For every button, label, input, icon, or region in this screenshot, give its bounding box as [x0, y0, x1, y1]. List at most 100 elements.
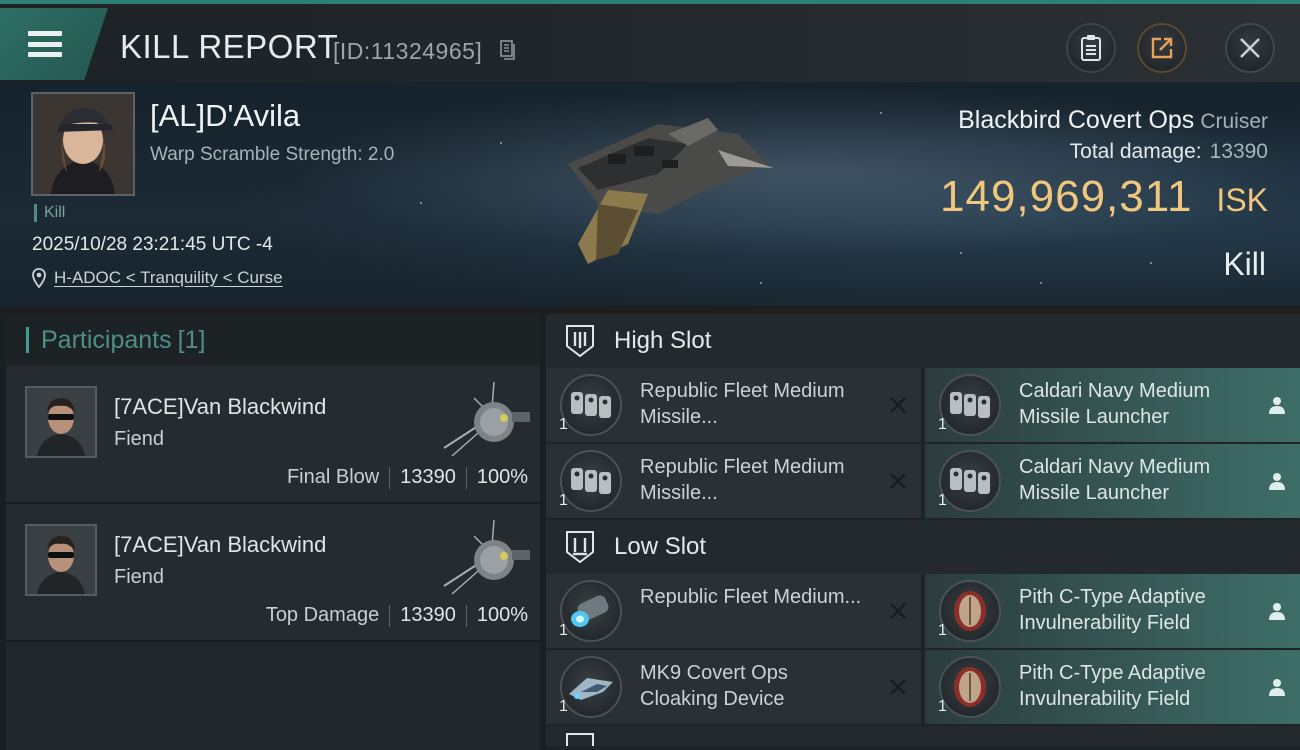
isk-value: 149,969,311 — [940, 172, 1193, 221]
participant-role: Final Blow — [286, 466, 380, 488]
cloaking-device-icon — [560, 656, 622, 718]
participant-ship: Fiend — [114, 428, 165, 450]
missile-launcher-icon — [560, 374, 622, 436]
total-damage-value: 13390 — [1209, 140, 1268, 163]
kill-datetime: 2025/10/28 23:21:45 UTC -4 — [32, 234, 273, 255]
participant-card[interactable]: [7ACE]Van Blackwind Fiend Final Blow 133… — [6, 366, 540, 504]
total-damage-label: Total damage: — [1069, 140, 1202, 163]
location-pin-icon — [32, 268, 46, 288]
person-icon — [1269, 679, 1285, 696]
module-quantity: 1 — [559, 622, 568, 639]
module-quantity: 1 — [938, 698, 947, 715]
module-quantity: 1 — [938, 492, 947, 509]
high-slot-header: High Slot — [546, 314, 1300, 368]
module-item[interactable]: 1 Pith C-Type Adaptive Invulnerability F… — [925, 574, 1300, 648]
victim-avatar[interactable] — [31, 92, 135, 196]
module-item[interactable]: 1 Republic Fleet Medium... — [546, 574, 921, 648]
module-row: 1 Republic Fleet Medium... 1 Pith C-Type… — [546, 574, 1300, 650]
module-quantity: 1 — [938, 416, 947, 433]
high-slot-icon — [566, 325, 594, 358]
participants-panel: Participants [1] [7ACE]Van Blackwind Fie… — [6, 314, 540, 750]
menu-button[interactable] — [0, 8, 108, 80]
participant-name[interactable]: [7ACE]Van Blackwind — [114, 532, 326, 558]
isk-value-row: 149,969,311 ISK — [940, 172, 1268, 222]
participant-name[interactable]: [7ACE]Van Blackwind — [114, 394, 326, 420]
destroyed-icon — [890, 679, 906, 695]
participant-percent: 100% — [476, 466, 528, 488]
clipboard-button[interactable] — [1066, 23, 1116, 73]
close-icon — [1240, 38, 1260, 58]
location-link[interactable]: H-ADOC < Tranquility < Curse — [54, 268, 283, 288]
ship-name-text[interactable]: Blackbird Covert Ops — [958, 106, 1194, 134]
participant-ship-image — [443, 381, 530, 457]
isk-unit: ISK — [1216, 182, 1268, 218]
person-icon — [1269, 473, 1285, 490]
person-icon — [1269, 603, 1285, 620]
low-slot-icon — [566, 531, 594, 564]
module-name: Republic Fleet Medium Missile... — [640, 380, 845, 428]
module-row: 1 MK9 Covert Ops Cloaking Device 1 Pith … — [546, 650, 1300, 726]
participants-header: Participants [1] — [6, 314, 540, 366]
module-name: Caldari Navy Medium Missile Launcher — [1019, 380, 1211, 428]
ship-class: Cruiser — [1200, 110, 1268, 133]
result-label: Kill — [1223, 246, 1266, 282]
missile-launcher-icon — [939, 374, 1001, 436]
clipboard-icon — [1081, 35, 1101, 61]
warp-scramble-strength: Warp Scramble Strength: 2.0 — [150, 144, 395, 165]
kill-location[interactable]: H-ADOC < Tranquility < Curse — [32, 268, 283, 288]
participant-ship-image — [443, 519, 530, 595]
top-bar: KILL REPORT [ID:11324965] — [0, 0, 1300, 82]
victim-panel: [AL]D'Avila Warp Scramble Strength: 2.0 … — [0, 82, 1300, 306]
destroyed-icon — [890, 397, 906, 413]
missile-launcher-icon — [939, 450, 1001, 512]
module-name: Pith C-Type Adaptive Invulnerability Fie… — [1019, 586, 1206, 634]
missile-launcher-icon — [560, 450, 622, 512]
victim-name[interactable]: [AL]D'Avila — [150, 98, 300, 134]
module-name: Republic Fleet Medium... — [640, 586, 862, 608]
participant-stats: Top Damage 13390 100% — [266, 604, 528, 627]
participant-avatar[interactable] — [25, 386, 97, 458]
page-title: KILL REPORT — [120, 28, 339, 65]
victim-ship-image — [568, 118, 774, 264]
module-name: Republic Fleet Medium Missile... — [640, 456, 845, 504]
next-slot-header — [546, 726, 1300, 746]
close-button[interactable] — [1225, 23, 1275, 73]
participant-avatar[interactable] — [25, 524, 97, 596]
mid-slot-icon — [566, 733, 594, 746]
module-quantity: 1 — [559, 698, 568, 715]
module-item[interactable]: 1 Republic Fleet Medium Missile... — [546, 368, 921, 442]
participant-percent: 100% — [476, 604, 528, 626]
module-item[interactable]: 1 MK9 Covert Ops Cloaking Device — [546, 650, 921, 724]
module-item[interactable]: 1 Pith C-Type Adaptive Invulnerability F… — [925, 650, 1300, 724]
low-slot-header: Low Slot — [546, 520, 1300, 574]
total-damage: Total damage: 13390 — [1070, 140, 1268, 164]
capacitor-module-icon — [560, 580, 622, 642]
accent-bar — [26, 327, 29, 353]
participants-title: Participants — [41, 325, 172, 354]
hamburger-icon — [28, 31, 62, 57]
participant-damage: 13390 — [400, 466, 456, 488]
report-id: [ID:11324965] — [333, 38, 483, 64]
share-icon — [1151, 37, 1173, 59]
module-item[interactable]: 1 Caldari Navy Medium Missile Launcher — [925, 444, 1300, 518]
share-button[interactable] — [1137, 23, 1187, 73]
module-row: 1 Republic Fleet Medium Missile... 1 Cal… — [546, 368, 1300, 444]
module-name: MK9 Covert Ops Cloaking Device — [640, 662, 788, 710]
shield-module-icon — [939, 656, 1001, 718]
high-slot-label: High Slot — [614, 327, 712, 354]
module-quantity: 1 — [559, 492, 568, 509]
module-item[interactable]: 1 Republic Fleet Medium Missile... — [546, 444, 921, 518]
copy-icon[interactable] — [500, 40, 516, 60]
participants-count: [1] — [177, 325, 206, 354]
participant-card[interactable]: [7ACE]Van Blackwind Fiend Top Damage 133… — [6, 504, 540, 642]
module-row: 1 Republic Fleet Medium Missile... 1 Cal… — [546, 444, 1300, 520]
low-slot-label: Low Slot — [614, 533, 707, 560]
participant-role: Top Damage — [265, 604, 380, 626]
destroyed-icon — [890, 473, 906, 489]
person-icon — [1269, 397, 1285, 414]
participant-ship: Fiend — [114, 566, 165, 588]
module-quantity: 1 — [938, 622, 947, 639]
victim-ship-name: Blackbird Covert Ops Cruiser — [958, 106, 1268, 135]
module-item[interactable]: 1 Caldari Navy Medium Missile Launcher — [925, 368, 1300, 442]
participant-stats: Final Blow 13390 100% — [287, 466, 528, 489]
